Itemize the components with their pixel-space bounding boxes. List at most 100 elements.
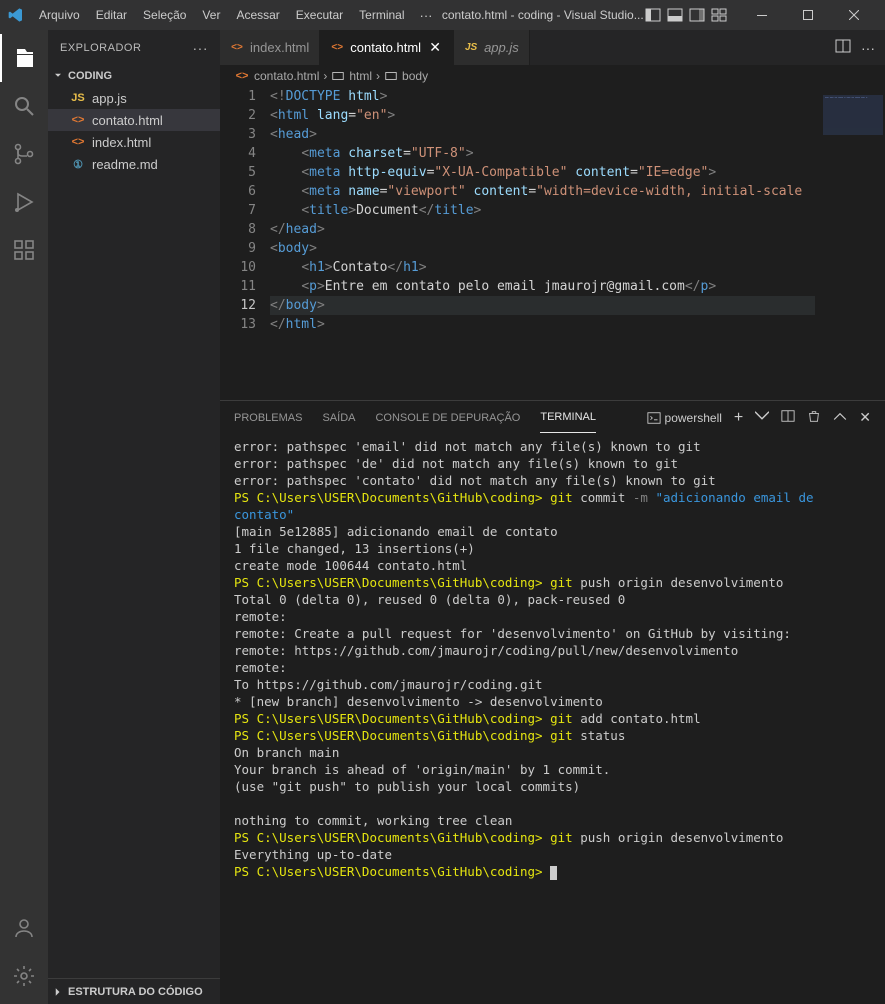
menu-editar[interactable]: Editar <box>89 4 134 26</box>
code-line[interactable]: <p>Entre em contato pelo email jmaurojr@… <box>270 277 885 296</box>
sidebar-title: EXPLORADOR <box>60 42 141 54</box>
md-icon: ① <box>70 156 86 172</box>
layout-customize-icon[interactable] <box>711 7 727 23</box>
tab-index-html[interactable]: <> index.html <box>220 30 320 65</box>
explorer-icon[interactable] <box>0 34 48 82</box>
editor-tabs: <> index.html <> contato.html ✕ JS app.js ··· <box>220 30 885 65</box>
menu-acessar[interactable]: Acessar <box>229 4 286 26</box>
sidebar-header: EXPLORADOR ··· <box>48 30 220 65</box>
menu-ver[interactable]: Ver <box>195 4 227 26</box>
editor-split-icon[interactable] <box>835 38 851 57</box>
source-control-icon[interactable] <box>0 130 48 178</box>
html-icon: <> <box>230 41 244 55</box>
maximize-button[interactable] <box>785 0 831 30</box>
split-terminal-icon[interactable] <box>781 409 795 426</box>
code-line[interactable]: </head> <box>270 220 885 239</box>
accounts-icon[interactable] <box>0 904 48 952</box>
breadcrumb-file[interactable]: contato.html <box>254 69 319 83</box>
code-line[interactable]: <html lang="en"> <box>270 106 885 125</box>
panel-tabs: PROBLEMAS SAÍDA CONSOLE DE DEPURAÇÃO TERMIN… <box>220 401 885 434</box>
terminal-shell-selector[interactable]: powershell <box>647 411 722 425</box>
code-line[interactable]: <meta http-equiv="X-UA-Compatible" conte… <box>270 163 885 182</box>
terminal-output[interactable]: error: pathspec 'email' did not match an… <box>220 434 885 1004</box>
close-button[interactable] <box>831 0 877 30</box>
file-item-app-js[interactable]: JSapp.js <box>48 87 220 109</box>
kill-terminal-icon[interactable] <box>807 409 821 426</box>
folder-toggle[interactable]: CODING <box>48 65 220 87</box>
file-item-contato-html[interactable]: <> contato.html <box>48 109 220 131</box>
html-icon: <> <box>234 68 250 84</box>
layout-toggle-panel-icon[interactable] <box>667 7 683 23</box>
minimap[interactable]: ▬▬▬ ▬▬▬ ▬▬ ▬▬▬▬ ▬ ▬▬▬ ▬▬ ▬▬▬▬ ▬▬▬ ▬ <box>815 87 885 400</box>
menu-bar: ArquivoEditarSeleçãoVerAcessarExecutarTe… <box>32 4 412 26</box>
file-name: index.html <box>92 135 151 150</box>
breadcrumb-element[interactable]: html <box>349 69 372 83</box>
element-icon <box>331 69 345 83</box>
file-item-index-html[interactable]: <> index.html <box>48 131 220 153</box>
file-item-readme-md[interactable]: ① readme.md <box>48 153 220 175</box>
code-area[interactable]: <!DOCTYPE html><html lang="en"><head> <m… <box>270 87 885 400</box>
code-line[interactable]: <meta charset="UTF-8"> <box>270 144 885 163</box>
window-controls <box>739 0 877 30</box>
file-name: readme.md <box>92 157 158 172</box>
code-line[interactable]: </html> <box>270 315 885 334</box>
search-icon[interactable] <box>0 82 48 130</box>
settings-icon[interactable] <box>0 952 48 1000</box>
layout-toggle-secondary-icon[interactable] <box>689 7 705 23</box>
menu-executar[interactable]: Executar <box>289 4 350 26</box>
extensions-icon[interactable] <box>0 226 48 274</box>
panel: PROBLEMAS SAÍDA CONSOLE DE DEPURAÇÃO TERMIN… <box>220 400 885 1004</box>
line-gutter: 12345678910111213 <box>220 87 270 400</box>
js-icon: JS <box>464 41 478 55</box>
code-line[interactable]: <h1>Contato</h1> <box>270 258 885 277</box>
file-name: contato.html <box>92 113 163 128</box>
run-debug-icon[interactable] <box>0 178 48 226</box>
activity-bar <box>0 30 48 1004</box>
file-name: app.js <box>92 91 127 106</box>
panel-tab-console-de-depuração[interactable]: CONSOLE DE DEPURAÇÃO <box>375 403 520 433</box>
html-icon: <> <box>70 134 86 150</box>
titlebar: ArquivoEditarSeleçãoVerAcessarExecutarTe… <box>0 0 885 30</box>
tab-app-js[interactable]: JS app.js <box>454 30 530 65</box>
html-icon: <> <box>70 112 86 128</box>
minimize-button[interactable] <box>739 0 785 30</box>
editor-content[interactable]: 12345678910111213 <!DOCTYPE html><html l… <box>220 87 885 400</box>
menu-overflow[interactable]: ··· <box>412 4 441 27</box>
outline-toggle[interactable]: ESTRUTURA DO CÓDIGO <box>48 978 220 1004</box>
tab-label: index.html <box>250 40 309 55</box>
code-line[interactable]: <head> <box>270 125 885 144</box>
editor-more-icon[interactable]: ··· <box>861 40 875 56</box>
breadcrumb[interactable]: <> contato.html › html › body <box>220 65 885 87</box>
element-icon <box>384 69 398 83</box>
tab-label: app.js <box>484 40 519 55</box>
code-line[interactable]: <body> <box>270 239 885 258</box>
code-line[interactable]: <!DOCTYPE html> <box>270 87 885 106</box>
close-panel-icon[interactable]: ✕ <box>859 409 871 426</box>
chevron-right-icon: › <box>376 69 380 83</box>
breadcrumb-element[interactable]: body <box>402 69 428 83</box>
code-line[interactable]: <title>Document</title> <box>270 201 885 220</box>
close-tab-icon[interactable]: ✕ <box>427 40 443 56</box>
new-terminal-icon[interactable]: + <box>734 409 743 427</box>
panel-tab-problemas[interactable]: PROBLEMAS <box>234 403 302 433</box>
tab-contato-html[interactable]: <> contato.html ✕ <box>320 30 454 65</box>
code-line[interactable]: <meta name="viewport" content="width=dev… <box>270 182 885 201</box>
layout-toggle-sidebar-icon[interactable] <box>645 7 661 23</box>
menu-terminal[interactable]: Terminal <box>352 4 411 26</box>
code-line[interactable]: </body> <box>270 296 885 315</box>
panel-tab-saída[interactable]: SAÍDA <box>322 403 355 433</box>
vscode-logo-icon <box>8 7 24 23</box>
tab-label: contato.html <box>350 40 421 55</box>
chevron-right-icon: › <box>323 69 327 83</box>
sidebar: EXPLORADOR ··· CODING JSapp.js <> contato.… <box>48 30 220 1004</box>
panel-tab-terminal[interactable]: TERMINAL <box>540 402 596 433</box>
sidebar-more-icon[interactable]: ··· <box>193 40 209 56</box>
editor-area: <>index.html<>contato.html✕JSapp.js ··· … <box>220 30 885 1004</box>
html-icon: <> <box>330 41 344 55</box>
menu-seleção[interactable]: Seleção <box>136 4 193 26</box>
chevron-up-icon[interactable] <box>833 409 847 426</box>
dropdown-icon[interactable] <box>755 409 769 426</box>
shell-name: powershell <box>665 411 722 425</box>
folder-name: CODING <box>68 70 112 82</box>
menu-arquivo[interactable]: Arquivo <box>32 4 87 26</box>
